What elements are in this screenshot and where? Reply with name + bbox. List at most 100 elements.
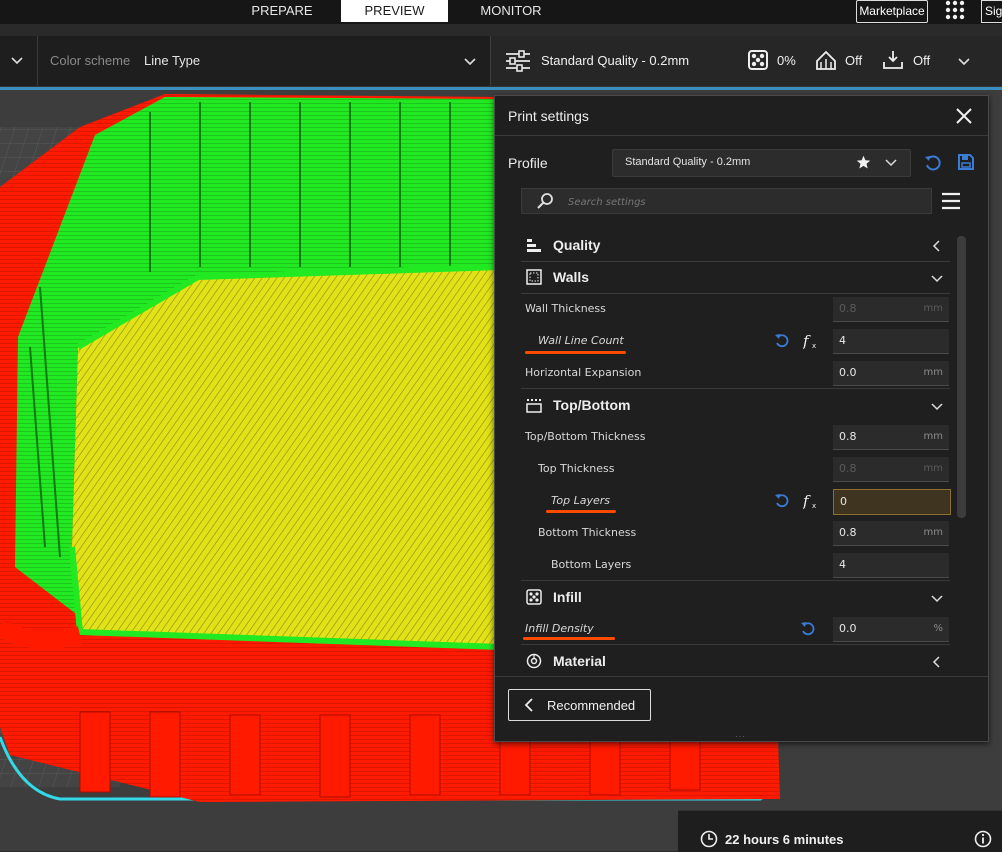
chevron-down-icon[interactable] bbox=[931, 272, 943, 284]
annotation-underline bbox=[523, 637, 615, 640]
profile-value: Standard Quality - 0.2mm bbox=[625, 156, 751, 168]
resize-handle[interactable]: ··· bbox=[735, 732, 746, 741]
field-unit: mm bbox=[923, 463, 943, 474]
category-quality[interactable]: Quality bbox=[521, 229, 950, 262]
search-input[interactable] bbox=[566, 192, 930, 212]
clock-icon bbox=[700, 830, 718, 848]
material-spool-icon bbox=[526, 653, 542, 669]
field-unit: mm bbox=[923, 527, 943, 538]
function-icon[interactable]: f x bbox=[803, 332, 819, 350]
reset-icon[interactable] bbox=[800, 621, 816, 637]
sliders-icon bbox=[506, 50, 530, 72]
apps-grid-icon[interactable] bbox=[944, 0, 966, 20]
setting-label: Bottom Layers bbox=[551, 558, 632, 571]
field-unit: mm bbox=[923, 367, 943, 378]
setting-bottom-thickness: Bottom Thickness 0.8 mm bbox=[521, 517, 950, 549]
function-icon[interactable]: f x bbox=[803, 492, 819, 510]
support-icon bbox=[816, 50, 836, 70]
category-label: Quality bbox=[553, 237, 601, 253]
chevron-down-icon[interactable] bbox=[463, 54, 477, 68]
category-label: Infill bbox=[553, 589, 582, 605]
print-setup-summary[interactable]: Standard Quality - 0.2mm 0% Off Off bbox=[490, 36, 1002, 86]
field-value: 0.8 bbox=[839, 430, 857, 443]
settings-search-box[interactable] bbox=[521, 188, 932, 214]
settings-scrollbar[interactable] bbox=[957, 236, 966, 518]
chevron-down-icon[interactable] bbox=[885, 156, 897, 168]
save-icon[interactable] bbox=[957, 153, 975, 171]
marketplace-button[interactable]: Marketplace bbox=[856, 0, 928, 23]
settings-list: Quality Walls Wall Thickness 0.8 mm Wall… bbox=[521, 229, 951, 674]
setting-label: Infill Density bbox=[525, 622, 594, 635]
reset-icon[interactable] bbox=[774, 333, 790, 349]
bottom-thickness-field[interactable]: 0.8 mm bbox=[833, 521, 949, 546]
sign-in-button[interactable]: Sig bbox=[981, 0, 1002, 23]
chevron-down-icon[interactable] bbox=[931, 592, 943, 604]
setting-infill-density: Infill Density 0.0 % bbox=[521, 613, 950, 645]
infill-summary-value: 0% bbox=[777, 53, 796, 68]
field-value: 0.8 bbox=[839, 526, 857, 539]
setting-label: Top Layers bbox=[551, 494, 610, 507]
tab-monitor[interactable]: MONITOR bbox=[465, 0, 557, 22]
category-infill[interactable]: Infill bbox=[521, 581, 950, 613]
category-material[interactable]: Material bbox=[521, 645, 950, 674]
wall-line-count-field[interactable]: 4 bbox=[833, 329, 949, 354]
setting-horizontal-expansion: Horizontal Expansion 0.0 mm bbox=[521, 357, 950, 389]
close-icon[interactable] bbox=[955, 107, 973, 125]
panel-title: Print settings bbox=[508, 108, 589, 124]
infill-density-field[interactable]: 0.0 % bbox=[833, 617, 949, 642]
info-icon[interactable] bbox=[974, 830, 992, 848]
print-time-estimate: 22 hours 6 minutes bbox=[678, 810, 1002, 852]
svg-text:f: f bbox=[803, 332, 811, 350]
adhesion-summary-value: Off bbox=[913, 53, 931, 68]
setting-bottom-layers: Bottom Layers 4 bbox=[521, 549, 950, 581]
chevron-left-icon bbox=[524, 698, 533, 712]
wall-thickness-field[interactable]: 0.8 mm bbox=[833, 297, 949, 322]
chevron-down-icon[interactable] bbox=[10, 53, 24, 67]
field-value: 0 bbox=[840, 495, 847, 508]
tab-preview[interactable]: PREVIEW bbox=[341, 0, 448, 22]
tab-prepare[interactable]: PREPARE bbox=[236, 0, 328, 22]
reset-icon[interactable] bbox=[774, 493, 790, 509]
setting-top-layers: Top Layers f x 0 bbox=[521, 485, 951, 517]
field-value: 0.8 bbox=[839, 462, 857, 475]
recommended-button[interactable]: Recommended bbox=[508, 689, 651, 721]
top-thickness-field[interactable]: 0.8 mm bbox=[833, 457, 949, 482]
horizontal-expansion-field[interactable]: 0.0 mm bbox=[833, 361, 949, 386]
category-walls[interactable]: Walls bbox=[521, 261, 950, 294]
top-navigation-bar: PREPARE PREVIEW MONITOR Marketplace Sig bbox=[0, 0, 1002, 24]
setting-top-bottom-thickness: Top/Bottom Thickness 0.8 mm bbox=[521, 421, 950, 453]
recommended-label: Recommended bbox=[547, 698, 636, 713]
bottom-layers-field[interactable]: 4 bbox=[833, 553, 949, 578]
setting-top-thickness: Top Thickness 0.8 mm bbox=[521, 453, 950, 485]
top-layers-field[interactable]: 0 bbox=[833, 489, 951, 515]
setting-label: Top Thickness bbox=[538, 462, 615, 475]
chevron-left-icon[interactable] bbox=[931, 240, 943, 252]
quality-summary: Standard Quality - 0.2mm bbox=[541, 53, 690, 68]
field-value: 0.0 bbox=[839, 366, 857, 379]
profile-label: Profile bbox=[508, 155, 548, 171]
chevron-down-icon[interactable] bbox=[931, 400, 943, 412]
setting-label: Wall Thickness bbox=[525, 302, 606, 315]
top-bottom-thickness-field[interactable]: 0.8 mm bbox=[833, 425, 949, 450]
profile-dropdown[interactable]: Standard Quality - 0.2mm bbox=[612, 149, 911, 177]
chevron-down-icon[interactable] bbox=[957, 54, 971, 68]
toolbar-divider bbox=[37, 36, 38, 86]
adhesion-icon bbox=[883, 51, 903, 69]
category-top-bottom[interactable]: Top/Bottom bbox=[521, 389, 950, 421]
annotation-underline bbox=[546, 510, 616, 513]
field-value: 4 bbox=[839, 334, 846, 347]
print-settings-panel: Print settings Profile Standard Quality … bbox=[494, 95, 989, 742]
setting-label: Horizontal Expansion bbox=[525, 366, 642, 379]
top-bottom-icon bbox=[526, 399, 542, 413]
category-label: Material bbox=[553, 653, 606, 669]
color-scheme-select[interactable]: Line Type bbox=[144, 53, 200, 68]
reset-icon[interactable] bbox=[924, 154, 942, 172]
field-value: 4 bbox=[839, 558, 846, 571]
search-icon bbox=[537, 193, 553, 209]
chevron-left-icon[interactable] bbox=[931, 656, 943, 668]
hamburger-menu-icon[interactable] bbox=[941, 192, 961, 210]
setting-label: Wall Line Count bbox=[538, 334, 624, 347]
star-icon[interactable] bbox=[856, 155, 871, 170]
field-unit: % bbox=[933, 623, 943, 634]
setting-wall-thickness: Wall Thickness 0.8 mm bbox=[521, 293, 950, 325]
